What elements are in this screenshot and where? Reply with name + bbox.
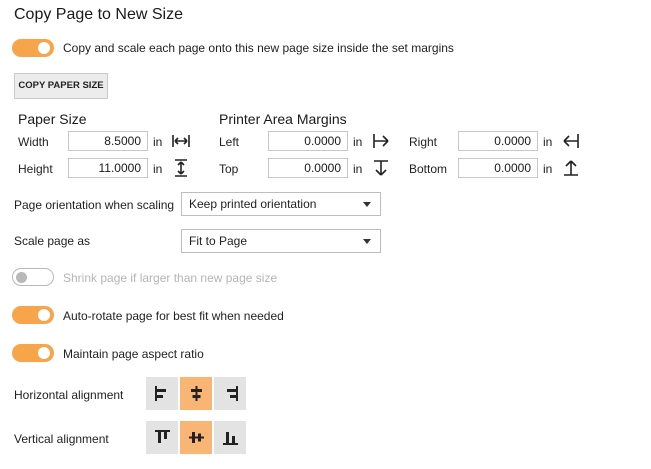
width-label: Width bbox=[18, 135, 49, 149]
autorotate-label: Auto-rotate page for best fit when neede… bbox=[63, 309, 284, 323]
chevron-down-icon bbox=[363, 202, 371, 207]
chevron-down-icon bbox=[363, 239, 371, 244]
align-middle-button[interactable] bbox=[180, 421, 213, 454]
right-margin-unit: in bbox=[543, 135, 553, 149]
left-margin-label: Left bbox=[219, 135, 240, 149]
right-margin-icon bbox=[563, 134, 579, 148]
right-margin-label: Right bbox=[409, 135, 438, 149]
width-arrows-icon bbox=[172, 135, 190, 147]
left-margin-input[interactable]: 0.0000 bbox=[268, 131, 348, 151]
height-unit: in bbox=[153, 162, 163, 176]
orientation-select[interactable]: Keep printed orientation bbox=[181, 192, 381, 216]
align-left-icon bbox=[155, 386, 166, 401]
align-bottom-button[interactable] bbox=[214, 421, 247, 454]
bottom-margin-input[interactable]: 0.0000 bbox=[458, 158, 538, 178]
toggle-knob bbox=[38, 347, 50, 359]
bottom-margin-unit: in bbox=[543, 162, 553, 176]
margins-heading: Printer Area Margins bbox=[219, 111, 347, 127]
right-margin-input[interactable]: 0.0000 bbox=[458, 131, 538, 151]
top-margin-icon bbox=[374, 160, 388, 176]
orientation-label: Page orientation when scaling bbox=[14, 198, 175, 212]
vertical-alignment-label: Vertical alignment bbox=[14, 432, 109, 446]
bottom-margin-label: Bottom bbox=[409, 162, 448, 176]
toggle-knob bbox=[16, 271, 27, 283]
align-bottom-icon bbox=[223, 432, 238, 445]
shrink-toggle[interactable] bbox=[12, 268, 54, 286]
align-top-button[interactable] bbox=[146, 421, 179, 454]
shrink-label: Shrink page if larger than new page size bbox=[63, 271, 278, 285]
copy-scale-label: Copy and scale each page onto this new p… bbox=[63, 41, 454, 55]
top-margin-unit: in bbox=[353, 162, 363, 176]
copy-paper-size-button[interactable]: COPY PAPER SIZE bbox=[14, 73, 108, 99]
top-margin-input[interactable]: 0.0000 bbox=[268, 158, 348, 178]
scale-label: Scale page as bbox=[14, 234, 91, 248]
align-right-icon bbox=[227, 386, 238, 401]
autorotate-toggle[interactable] bbox=[12, 306, 54, 324]
align-top-icon bbox=[155, 430, 170, 443]
align-center-horizontal-icon bbox=[191, 386, 202, 401]
toggle-knob bbox=[38, 42, 50, 54]
scale-select[interactable]: Fit to Page bbox=[181, 229, 381, 253]
align-left-button[interactable] bbox=[146, 377, 179, 410]
page-title: Copy Page to New Size bbox=[14, 6, 183, 23]
width-unit: in bbox=[153, 135, 163, 149]
aspect-toggle[interactable] bbox=[12, 344, 54, 362]
align-middle-icon bbox=[189, 432, 204, 443]
orientation-value: Keep printed orientation bbox=[189, 197, 317, 211]
paper-size-heading: Paper Size bbox=[18, 111, 87, 127]
toggle-knob bbox=[38, 309, 50, 321]
align-center-button[interactable] bbox=[180, 377, 213, 410]
bottom-margin-icon bbox=[564, 160, 578, 176]
height-label: Height bbox=[18, 162, 53, 176]
align-right-button[interactable] bbox=[214, 377, 247, 410]
top-margin-label: Top bbox=[219, 162, 239, 176]
aspect-label: Maintain page aspect ratio bbox=[63, 347, 204, 361]
height-input[interactable]: 11.0000 bbox=[68, 158, 148, 178]
copy-scale-toggle[interactable] bbox=[12, 39, 54, 57]
horizontal-alignment-label: Horizontal alignment bbox=[14, 388, 124, 402]
scale-value: Fit to Page bbox=[189, 234, 248, 248]
width-input[interactable]: 8.5000 bbox=[68, 131, 148, 151]
left-margin-icon bbox=[373, 134, 389, 148]
left-margin-unit: in bbox=[353, 135, 363, 149]
height-arrows-icon bbox=[175, 159, 187, 177]
